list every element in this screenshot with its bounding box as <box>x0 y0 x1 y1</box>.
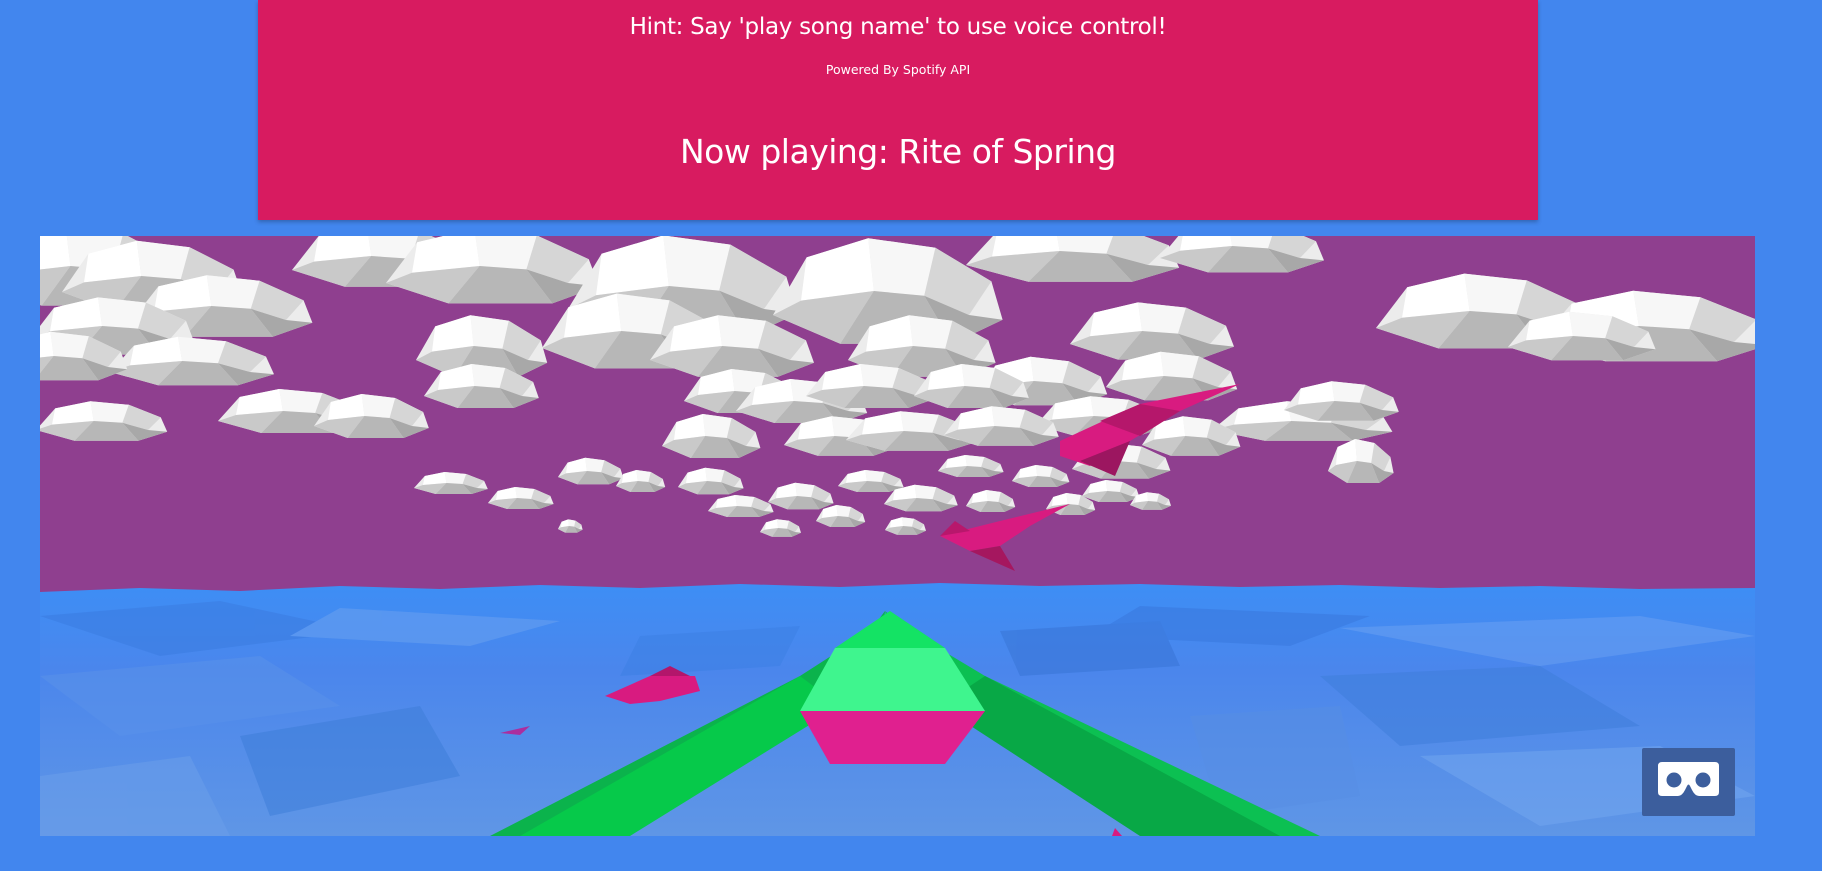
now-playing-title: Now playing: Rite of Spring <box>680 132 1116 171</box>
vr-mode-button[interactable] <box>1642 748 1735 816</box>
vr-scene-canvas[interactable] <box>40 236 1755 836</box>
voice-hint-text: Hint: Say 'play song name' to use voice … <box>629 14 1167 40</box>
powered-by-text: Powered By Spotify API <box>825 62 971 77</box>
header-panel: Hint: Say 'play song name' to use voice … <box>258 0 1538 220</box>
vr-headset-icon <box>1658 762 1719 796</box>
